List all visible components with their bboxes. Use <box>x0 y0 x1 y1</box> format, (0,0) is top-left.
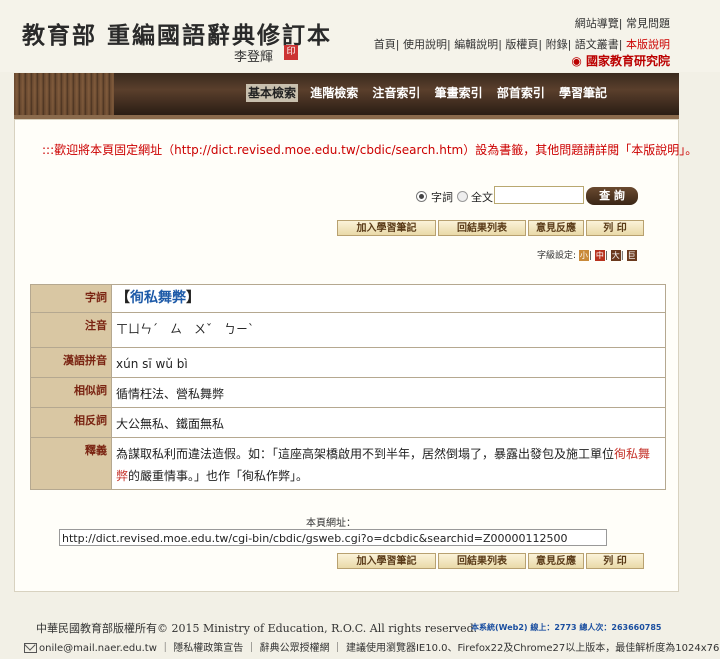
label-zhuyin: 注音 <box>30 312 112 348</box>
nav-tabs: 基本檢索 進階檢索 注音索引 筆畫索引 部首索引 學習筆記 <box>246 84 615 102</box>
logo-signature: 李登輝 <box>234 50 274 65</box>
page-url-label: 本頁網址： <box>306 518 356 529</box>
link-home[interactable]: 首頁 <box>374 38 396 51</box>
link-copyright[interactable]: 版權頁 <box>505 38 538 51</box>
font-size-label: 字級設定: <box>537 251 577 261</box>
link-sitemap[interactable]: 網站導覽 <box>575 17 619 30</box>
label-antonym: 相反詞 <box>30 407 112 438</box>
contact-email-link[interactable]: onile@mail.naer.edu.tw <box>39 643 157 654</box>
font-size-huge[interactable]: 巨 <box>626 250 637 261</box>
browser-note: 建議使用瀏覽器IE10.0、Firefox22及Chrome27以上版本，最佳解… <box>345 643 720 654</box>
license-link[interactable]: 辭典公眾授權網 <box>260 643 330 654</box>
value-antonym: 大公無私、鐵面無私 <box>111 407 666 438</box>
label-word: 字詞 <box>30 284 112 313</box>
value-pinyin: xún sī wǔ bì <box>111 347 666 378</box>
radio-word-label: 字詞 <box>431 191 453 204</box>
font-size-setting: 字級設定: 小| 中| 大| 巨 <box>537 250 637 261</box>
back-to-list-button-bottom[interactable]: 回結果列表 <box>438 553 526 569</box>
headword: 【徇私舞弊】 <box>116 290 200 306</box>
link-version[interactable]: 本版說明 <box>626 38 670 51</box>
institute-emblem-icon: ◉ <box>571 54 582 68</box>
label-pinyin: 漢語拼音 <box>30 347 112 378</box>
radio-fulltext-label: 全文 <box>471 191 493 204</box>
institute-name: 國家教育研究院 <box>585 54 670 68</box>
row-antonym: 相反詞 大公無私、鐵面無私 <box>30 407 666 438</box>
add-note-button-bottom[interactable]: 加入學習筆記 <box>337 553 436 569</box>
seal-stamp: 印 <box>284 45 298 60</box>
font-size-medium[interactable]: 中 <box>594 250 605 261</box>
radio-fulltext[interactable] <box>457 191 468 202</box>
action-buttons-top: 加入學習筆記 回結果列表 意見反應 列 印 <box>337 220 644 236</box>
print-button[interactable]: 列 印 <box>586 220 644 236</box>
value-word: 【徇私舞弊】 <box>111 284 666 313</box>
tab-zhuyin-index[interactable]: 注音索引 <box>370 84 422 102</box>
feedback-button-bottom[interactable]: 意見反應 <box>528 553 584 569</box>
row-synonym: 相似詞 循情枉法、營私舞弊 <box>30 377 666 408</box>
tab-radical-index[interactable]: 部首索引 <box>495 84 547 102</box>
bookmark-notice: :::歡迎將本頁固定網址（http://dict.revised.moe.edu… <box>42 143 698 157</box>
entry-table: 字詞 【徇私舞弊】 注音 ㄒㄩㄣˊ ㄙ ㄨˇ ㄅㄧˋ 漢語拼音 xún sī w… <box>30 284 666 490</box>
print-button-bottom[interactable]: 列 印 <box>586 553 644 569</box>
row-word: 字詞 【徇私舞弊】 <box>30 284 666 313</box>
visitor-stats: 本系統(Web2) 線上：2773 總人次：263660785 <box>471 623 662 632</box>
tab-advanced-search[interactable]: 進階檢索 <box>308 84 360 102</box>
copyright-text: 中華民國教育部版權所有© 2015 Ministry of Education,… <box>36 622 478 635</box>
value-zhuyin: ㄒㄩㄣˊ ㄙ ㄨˇ ㄅㄧˋ <box>111 312 666 348</box>
row-definition: 釋義 為謀取私利而違法造假。如：「這座高架橋啟用不到半年，居然倒塌了，暴露出發包… <box>30 437 666 490</box>
institute-logo[interactable]: ◉ 國家教育研究院 <box>571 52 670 69</box>
tab-basic-search[interactable]: 基本檢索 <box>246 84 299 102</box>
font-size-large[interactable]: 大 <box>610 250 621 261</box>
row-zhuyin: 注音 ㄒㄩㄣˊ ㄙ ㄨˇ ㄅㄧˋ <box>30 312 666 348</box>
link-usage[interactable]: 使用說明 <box>403 38 447 51</box>
label-synonym: 相似詞 <box>30 377 112 408</box>
add-note-button[interactable]: 加入學習筆記 <box>337 220 436 236</box>
link-editorial[interactable]: 編輯說明 <box>454 38 498 51</box>
link-faq[interactable]: 常見問題 <box>626 17 670 30</box>
main-links: 首頁| 使用說明| 編輯說明| 版權頁| 附錄| 語文叢書| 本版說明 <box>373 38 670 51</box>
nav-bar-decoration <box>14 73 114 115</box>
search-input[interactable] <box>494 186 584 204</box>
top-utility-links: 網站導覽| 常見問題 <box>574 17 670 30</box>
privacy-link[interactable]: 隱私權政策宣告 <box>173 643 243 654</box>
link-appendix[interactable]: 附錄 <box>546 38 568 51</box>
page-url-field[interactable]: http://dict.revised.moe.edu.tw/cgi-bin/c… <box>59 529 607 546</box>
mail-icon <box>24 643 37 653</box>
tab-study-notes[interactable]: 學習筆記 <box>557 84 609 102</box>
footer-links: onile@mail.naer.edu.tw ｜ 隱私權政策宣告 ｜ 辭典公眾授… <box>24 639 720 654</box>
link-books[interactable]: 語文叢書 <box>575 38 619 51</box>
action-buttons-bottom: 加入學習筆記 回結果列表 意見反應 列 印 <box>337 553 644 569</box>
value-synonym: 循情枉法、營私舞弊 <box>111 377 666 408</box>
value-definition: 為謀取私利而違法造假。如：「這座高架橋啟用不到半年，居然倒塌了，暴露出發包及施工… <box>111 437 666 490</box>
radio-word[interactable] <box>416 191 427 202</box>
back-to-list-button[interactable]: 回結果列表 <box>438 220 526 236</box>
font-size-small[interactable]: 小 <box>578 250 589 261</box>
search-button[interactable]: 查 詢 <box>586 187 638 205</box>
feedback-button[interactable]: 意見反應 <box>528 220 584 236</box>
tab-stroke-index[interactable]: 筆畫索引 <box>433 84 485 102</box>
row-pinyin: 漢語拼音 xún sī wǔ bì <box>30 347 666 378</box>
label-definition: 釋義 <box>30 437 112 490</box>
